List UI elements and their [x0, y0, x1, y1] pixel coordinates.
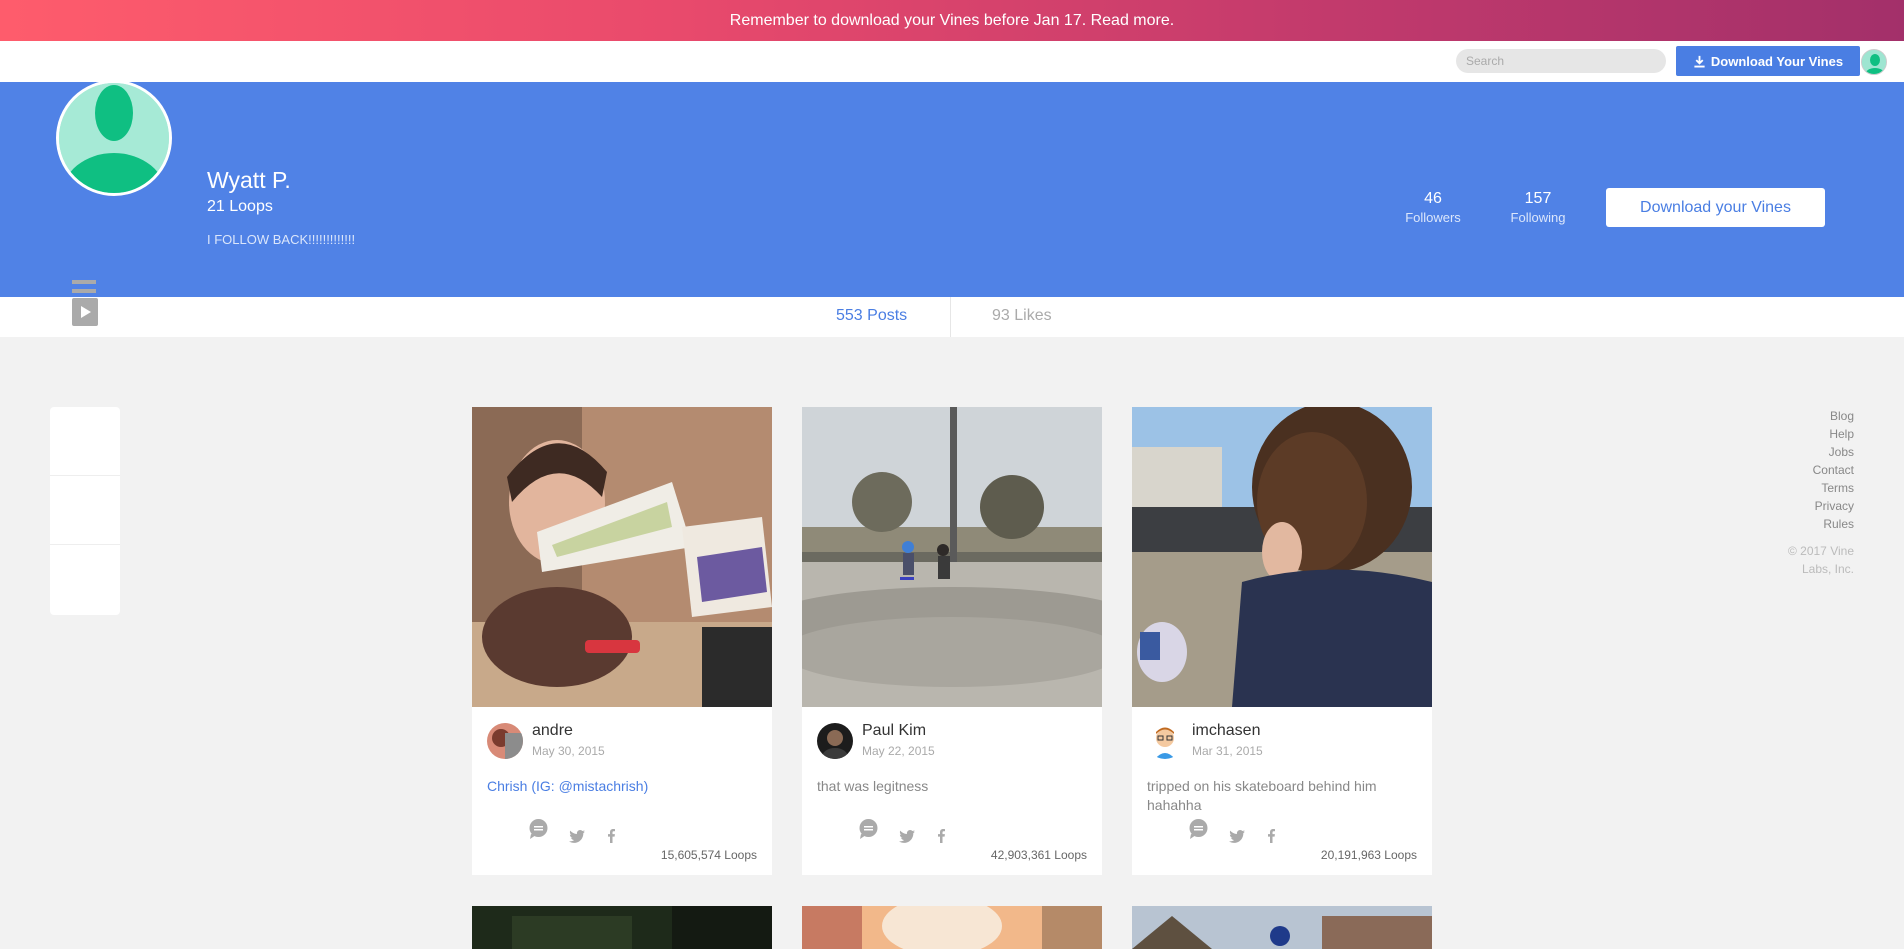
following-count: 157 — [1524, 190, 1552, 207]
footer-link-privacy[interactable]: Privacy — [1784, 497, 1854, 515]
post-date: Mar 31, 2015 — [1192, 744, 1263, 758]
announcement-banner[interactable]: Remember to download your Vines before J… — [0, 0, 1904, 41]
facebook-icon[interactable] — [1268, 829, 1275, 843]
banner-text[interactable]: Remember to download your Vines before J… — [730, 12, 1174, 30]
facebook-icon[interactable] — [938, 829, 945, 843]
tab-likes[interactable]: 93 Likes — [992, 307, 1052, 325]
comment-icon[interactable] — [528, 819, 549, 839]
footer-link-contact[interactable]: Contact — [1784, 461, 1854, 479]
twitter-icon[interactable] — [899, 830, 915, 843]
profile-loops: 21 Loops — [207, 198, 273, 215]
download-icon — [1694, 55, 1705, 68]
tab-divider — [950, 297, 951, 337]
footer-link-help[interactable]: Help — [1784, 425, 1854, 443]
post-author-avatar[interactable] — [1147, 723, 1183, 759]
post-caption: that was legitness — [817, 778, 929, 794]
post-loop-count: 42,903,361 Loops — [990, 848, 1087, 862]
footer-link-jobs[interactable]: Jobs — [1784, 443, 1854, 461]
side-panel — [50, 407, 120, 615]
profile-avatar — [56, 80, 172, 196]
post-thumbnail[interactable] — [1132, 906, 1432, 949]
post-thumbnail[interactable] — [802, 906, 1102, 949]
facebook-icon[interactable] — [608, 829, 615, 843]
following-label: Following — [1510, 210, 1566, 225]
tab-posts[interactable]: 553 Posts — [836, 307, 907, 325]
twitter-icon[interactable] — [569, 830, 585, 843]
post-caption: tripped on his skateboard behind him hah… — [1147, 778, 1377, 813]
post-author-name[interactable]: andre — [532, 722, 573, 740]
profile-bio: I FOLLOW BACK!!!!!!!!!!!!! — [207, 232, 356, 247]
download-your-vines-label: Download your Vines — [1640, 198, 1791, 216]
comment-icon[interactable] — [1188, 819, 1209, 839]
search-input[interactable] — [1456, 49, 1666, 73]
side-panel-item[interactable] — [50, 545, 120, 614]
download-your-vines-button[interactable]: Download your Vines — [1606, 188, 1825, 227]
post-author-avatar[interactable] — [487, 723, 523, 759]
post-thumbnail[interactable] — [1132, 407, 1432, 707]
post-thumbnail[interactable] — [802, 407, 1102, 707]
post-caption[interactable]: Chrish (IG: @mistachrish) — [487, 777, 762, 796]
followers-count: 46 — [1424, 190, 1442, 207]
post-card: Paul Kim May 22, 2015 that was legitness… — [802, 407, 1102, 875]
footer-link-terms[interactable]: Terms — [1784, 479, 1854, 497]
followers-label: Followers — [1405, 210, 1461, 225]
copyright: © 2017 Vine Labs, Inc. — [1787, 544, 1854, 576]
post-author-name[interactable]: imchasen — [1192, 722, 1260, 740]
user-avatar[interactable] — [1861, 49, 1887, 75]
download-vines-label: Download Your Vines — [1710, 53, 1844, 69]
post-card: imchasen Mar 31, 2015 tripped on his ska… — [1132, 407, 1432, 875]
profile-name: Wyatt P. — [207, 167, 291, 193]
side-panel-item[interactable] — [50, 476, 120, 545]
profile-tabs: 553 Posts 93 Likes — [0, 297, 1904, 337]
download-vines-button[interactable]: Download Your Vines — [1676, 46, 1860, 76]
video-list-icon[interactable] — [72, 280, 98, 328]
post-loop-count: 15,605,574 Loops — [660, 848, 757, 862]
footer-link-blog[interactable]: Blog — [1784, 407, 1854, 425]
followers-stat[interactable]: 46 Followers — [1400, 190, 1466, 225]
post-loop-count: 20,191,963 Loops — [1320, 848, 1417, 862]
footer-links: Blog Help Jobs Contact Terms Privacy Rul… — [1784, 407, 1854, 578]
post-author-avatar[interactable] — [817, 723, 853, 759]
top-bar: Download Your Vines — [0, 41, 1904, 82]
following-stat[interactable]: 157 Following — [1506, 190, 1570, 225]
post-date: May 30, 2015 — [532, 744, 605, 758]
footer-link-rules[interactable]: Rules — [1784, 515, 1854, 533]
twitter-icon[interactable] — [1229, 830, 1245, 843]
post-card: andre May 30, 2015 Chrish (IG: @mistachr… — [472, 407, 772, 875]
comment-icon[interactable] — [858, 819, 879, 839]
post-thumbnail[interactable] — [472, 906, 772, 949]
post-date: May 22, 2015 — [862, 744, 935, 758]
post-thumbnail[interactable] — [472, 407, 772, 707]
side-panel-item[interactable] — [50, 407, 120, 476]
post-author-name[interactable]: Paul Kim — [862, 722, 926, 740]
